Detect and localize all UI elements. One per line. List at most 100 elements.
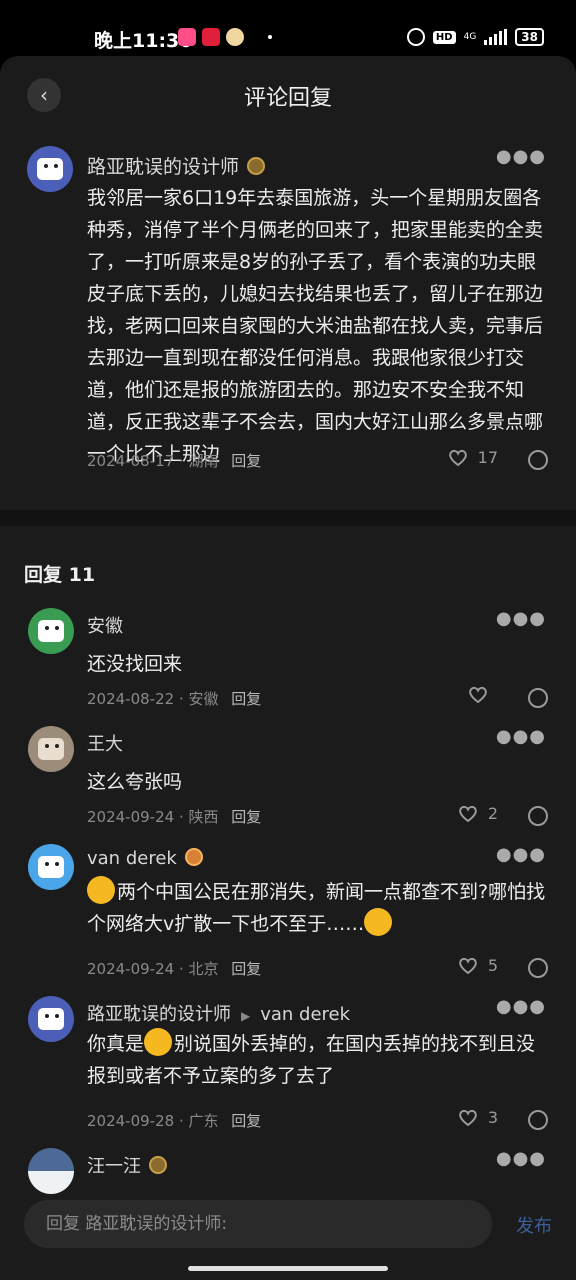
reply-author-name[interactable]: 汪一汪 — [87, 1156, 141, 1177]
reply-item: 汪一汪 ●●● — [0, 1140, 576, 1200]
signal-icon — [484, 29, 508, 45]
reply-location: 安徽 — [188, 690, 219, 708]
reply-text: 你真是 别说国外丢掉的，在国内丢掉的找不到且没报到或者不予立案的多了去了 — [87, 1028, 551, 1092]
like-button[interactable]: 2 — [458, 804, 498, 823]
heart-icon — [469, 686, 487, 704]
home-indicator[interactable] — [188, 1266, 388, 1271]
reply-item: 路亚耽误的设计师 ▶ van derek ●●● 你真是 别说国外丢掉的，在国内丢掉的… — [0, 988, 576, 1140]
like-count: 5 — [487, 956, 498, 975]
reply-author-name[interactable]: 路亚耽误的设计师 — [87, 1004, 231, 1025]
reply-text: 两个中国公民在那消失，新闻一点都查不到?哪怕找个网络大v扩散一下也不至于…… — [87, 876, 551, 940]
divider — [0, 510, 576, 526]
reply-item: van derek ●●● 两个中国公民在那消失，新闻一点都查不到?哪怕找个网络… — [0, 836, 576, 988]
app-notification-icon — [202, 28, 220, 46]
comment-sheet: ‹ 评论回复 路亚耽误的设计师 ●●● 我邻居一家6口19年去泰国旅游，头一个星… — [0, 56, 576, 1280]
hd-badge: HD — [432, 30, 456, 44]
reply-item: 王大 ●●● 这么夸张吗 2024-09-24 · 陕西 回复 2 — [0, 718, 576, 836]
reply-input[interactable]: 回复 路亚耽误的设计师: — [24, 1200, 492, 1248]
status-bar: 晚上11:30 HD 4G 38 — [0, 0, 576, 56]
comment-text: 我邻居一家6口19年去泰国旅游，头一个星期朋友圈各种秀，消停了半个月俩老的回来了… — [87, 187, 544, 465]
page-title: 评论回复 — [243, 86, 332, 111]
heart-icon — [448, 449, 467, 466]
reply-meta: 2024-09-28 · 广东 回复 — [87, 1112, 262, 1130]
reply-author[interactable]: 路亚耽误的设计师 ▶ van derek — [87, 1000, 350, 1026]
avatar[interactable] — [28, 844, 74, 890]
reply-date: 2024-08-22 — [87, 690, 175, 708]
more-dots-icon[interactable]: ●●● — [496, 726, 546, 747]
reply-meta: 2024-09-24 · 陕西 回复 — [87, 808, 262, 826]
reply-to-arrow-icon: ▶ — [241, 1009, 251, 1023]
replies-count-title: 回复 11 — [24, 564, 96, 586]
like-button[interactable] — [468, 686, 498, 704]
avatar[interactable] — [28, 726, 74, 772]
level-badge-icon — [149, 1156, 167, 1174]
comment-author[interactable]: 路亚耽误的设计师 — [87, 152, 266, 179]
comment-date: 2024-08-17 — [87, 452, 175, 470]
level-badge-icon — [247, 157, 266, 175]
reply-date: 2024-09-24 — [87, 808, 175, 826]
reply-button[interactable]: 回复 — [231, 452, 261, 470]
reply-button[interactable]: 回复 — [231, 960, 261, 978]
heart-icon — [458, 1109, 477, 1126]
more-dots-icon[interactable]: ●●● — [496, 996, 546, 1017]
app-notification-icon — [178, 28, 196, 46]
reply-to-name[interactable]: van derek — [260, 1004, 350, 1025]
share-icon[interactable] — [528, 1110, 548, 1130]
level-badge-icon — [184, 848, 203, 866]
reply-meta: 2024-09-24 · 北京 回复 — [87, 960, 262, 978]
grin-sweat-emoji-icon — [87, 876, 115, 904]
share-icon[interactable] — [528, 688, 548, 708]
heart-icon — [458, 805, 477, 822]
like-count: 2 — [487, 804, 498, 823]
replies-header: 回复 11 — [0, 526, 576, 600]
reply-button[interactable]: 回复 — [231, 1112, 261, 1130]
reply-button[interactable]: 回复 — [231, 690, 261, 708]
reply-author[interactable]: 汪一汪 — [87, 1152, 167, 1178]
header: ‹ 评论回复 — [0, 56, 576, 132]
rofl-emoji-icon — [364, 908, 393, 936]
like-button[interactable]: 3 — [458, 1108, 498, 1127]
share-icon[interactable] — [528, 806, 548, 826]
share-icon[interactable] — [528, 450, 548, 470]
heart-icon — [458, 957, 477, 974]
comment-location: 湖南 — [188, 452, 219, 470]
reply-date: 2024-09-28 — [87, 1112, 175, 1130]
reply-location: 陕西 — [188, 808, 219, 826]
reply-author-name[interactable]: van derek — [87, 848, 177, 869]
more-dots-icon[interactable]: ●●● — [496, 1148, 546, 1169]
share-icon[interactable] — [528, 958, 548, 978]
send-button[interactable]: 发布 — [516, 1212, 552, 1238]
reply-author-name[interactable]: 安徽 — [87, 612, 123, 638]
battery-icon: 38 — [515, 28, 544, 46]
reply-text-part: 你真是 — [87, 1033, 145, 1055]
avatar[interactable] — [28, 608, 74, 654]
comment-meta: 2024-08-17 · 湖南 回复 — [87, 452, 262, 470]
reply-item: 安徽 ●●● 还没找回来 2024-08-22 · 安徽 回复 — [0, 600, 576, 718]
network-type: 4G — [463, 31, 477, 42]
reply-button[interactable]: 回复 — [231, 808, 261, 826]
avatar[interactable] — [28, 996, 74, 1042]
alarm-icon — [406, 28, 425, 46]
avatar[interactable] — [27, 146, 73, 192]
more-dots-icon[interactable]: ●●● — [496, 608, 546, 629]
like-count: 3 — [487, 1108, 498, 1127]
more-dots-icon[interactable]: ●●● — [496, 146, 546, 167]
like-button[interactable]: 17 — [448, 448, 498, 467]
status-right: HD 4G 38 — [406, 28, 544, 46]
avatar[interactable] — [28, 1148, 74, 1194]
reply-author[interactable]: van derek — [87, 848, 203, 869]
reply-date: 2024-09-24 — [87, 960, 175, 978]
like-button[interactable]: 5 — [458, 956, 498, 975]
reply-text: 还没找回来 — [87, 653, 183, 675]
comment-author-name[interactable]: 路亚耽误的设计师 — [87, 156, 239, 178]
like-count: 17 — [477, 448, 498, 467]
main-comment: 路亚耽误的设计师 ●●● 我邻居一家6口19年去泰国旅游，头一个星期朋友圈各种秀… — [0, 132, 576, 510]
reply-text-content: 两个中国公民在那消失，新闻一点都查不到?哪怕找个网络大v扩散一下也不至于…… — [87, 881, 546, 935]
reply-meta: 2024-08-22 · 安徽 回复 — [87, 690, 262, 708]
more-dots-icon[interactable]: ●●● — [496, 844, 546, 865]
more-notifications-dot-icon — [268, 35, 272, 39]
status-app-icons — [178, 28, 272, 46]
grin-emoji-icon — [144, 1028, 173, 1056]
reply-author-name[interactable]: 王大 — [87, 730, 123, 756]
app-notification-icon — [226, 28, 244, 46]
